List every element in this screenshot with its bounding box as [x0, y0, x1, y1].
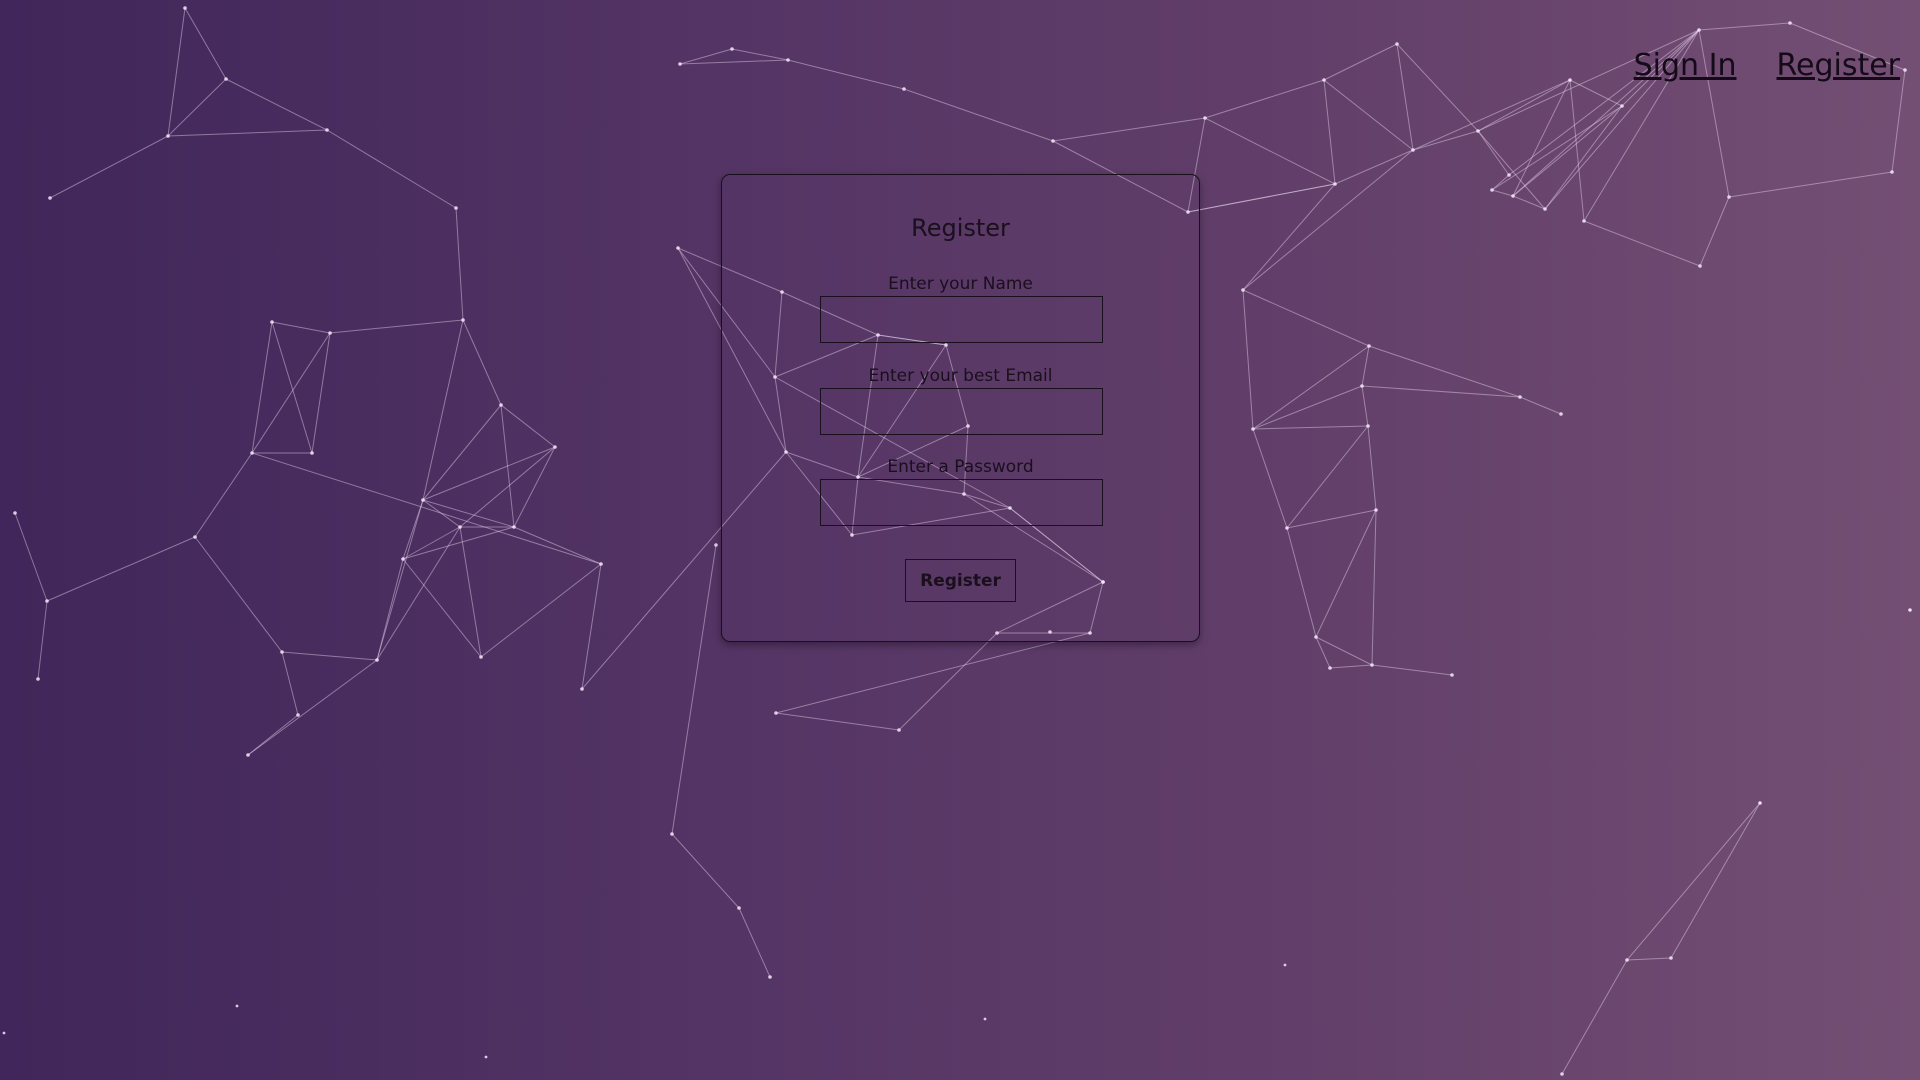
sign-in-link[interactable]: Sign In — [1634, 48, 1737, 83]
email-input[interactable] — [820, 388, 1103, 435]
register-link[interactable]: Register — [1776, 48, 1900, 83]
top-navigation: Sign In Register — [1634, 48, 1900, 83]
register-submit-button[interactable]: Register — [905, 559, 1016, 602]
password-label: Enter a Password — [887, 457, 1034, 477]
register-form: Register Enter your Name Enter your best… — [721, 174, 1200, 642]
name-input[interactable] — [820, 296, 1103, 343]
email-label: Enter your best Email — [868, 366, 1053, 386]
password-input[interactable] — [820, 479, 1103, 526]
name-label: Enter your Name — [888, 274, 1033, 294]
form-title: Register — [911, 214, 1010, 242]
